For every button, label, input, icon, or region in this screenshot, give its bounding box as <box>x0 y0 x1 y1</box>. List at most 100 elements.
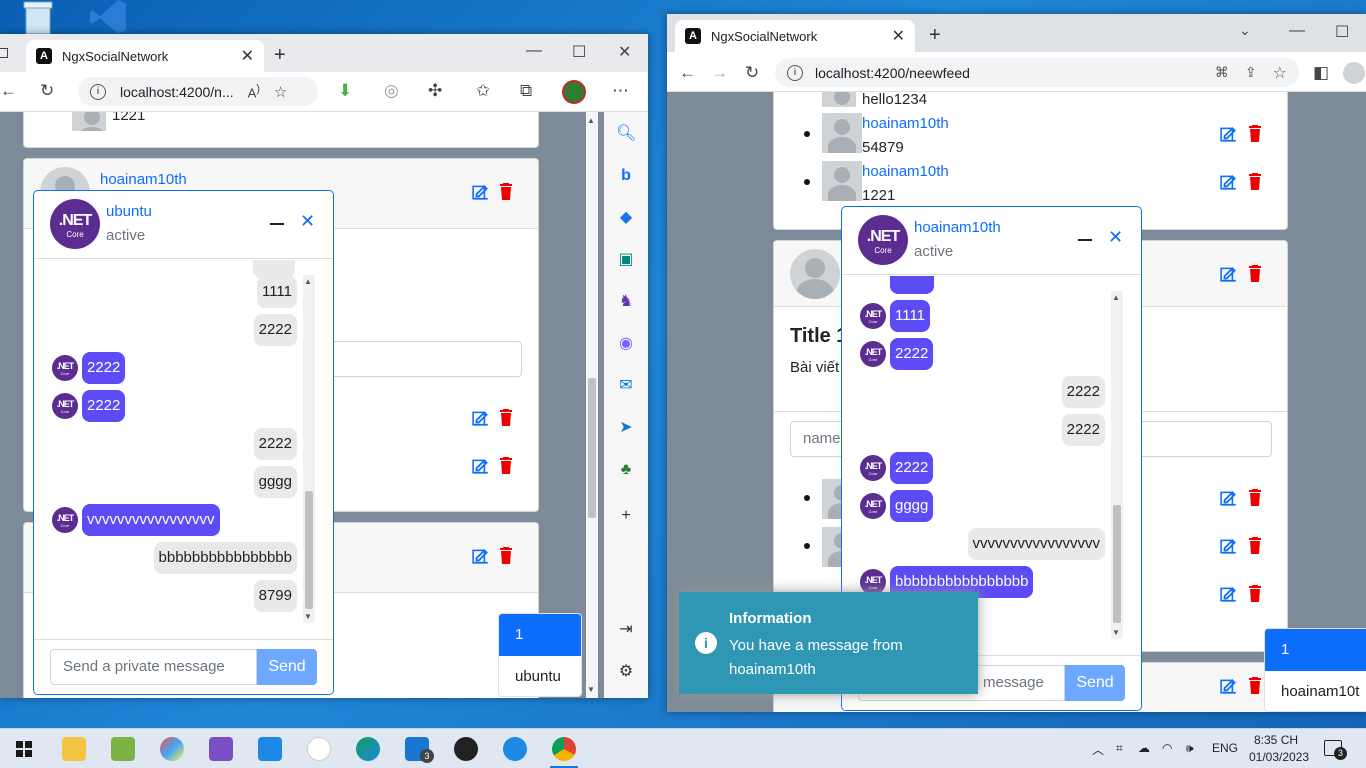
close-window-icon[interactable]: ✕ <box>618 42 631 62</box>
add-sidebar-app-icon[interactable]: + <box>616 506 636 526</box>
chat-scrollbar[interactable]: ▲ ▼ <box>303 275 315 623</box>
refresh-icon[interactable]: ↻ <box>745 63 759 83</box>
scroll-down-arrow[interactable]: ▼ <box>1112 628 1120 637</box>
delete-icon[interactable] <box>1248 265 1262 282</box>
edit-icon[interactable] <box>1220 125 1238 143</box>
extensions-icon[interactable]: ✣ <box>428 81 442 101</box>
minimize-icon[interactable]: — <box>526 42 542 60</box>
online-user-item[interactable]: hoainam10t <box>1265 671 1366 711</box>
edit-icon[interactable] <box>1220 265 1238 283</box>
share-icon[interactable]: ⇪ <box>1245 64 1257 81</box>
outlook-icon[interactable]: ✉ <box>616 376 636 396</box>
edit-icon[interactable] <box>1220 677 1238 695</box>
new-tab-icon[interactable]: + <box>274 44 286 67</box>
delete-icon[interactable] <box>499 457 513 474</box>
add-favorite-icon[interactable]: ☆ <box>274 83 287 101</box>
close-tab-icon[interactable]: ✕ <box>241 46 254 66</box>
network-icon[interactable]: ⌗ <box>1116 741 1123 756</box>
volume-icon[interactable]: 🕪︎ <box>1186 741 1194 756</box>
send-icon[interactable]: ➤ <box>616 418 636 438</box>
paint-icon[interactable] <box>160 737 184 761</box>
read-aloud-icon[interactable]: A) <box>248 83 260 100</box>
delete-icon[interactable] <box>1248 585 1262 602</box>
delete-icon[interactable] <box>1248 125 1262 142</box>
edge-icon[interactable] <box>356 737 380 761</box>
search-icon[interactable]: 🔍︎ <box>616 124 636 144</box>
new-tab-icon[interactable]: + <box>929 24 941 47</box>
tree-icon[interactable]: ♣ <box>616 460 636 480</box>
private-message-input[interactable]: Send a private message <box>50 649 257 685</box>
more-menu-icon[interactable]: ⋯ <box>612 81 629 101</box>
chat-user-name[interactable]: ubuntu <box>106 203 152 220</box>
clock-time[interactable]: 8:35 CH <box>1254 733 1298 747</box>
shopping-tag-icon[interactable]: ◆ <box>616 208 636 228</box>
extension-dial-icon[interactable]: ◎ <box>384 81 399 101</box>
tools-icon[interactable]: ▣ <box>616 250 636 270</box>
send-button[interactable]: Send <box>1065 665 1125 701</box>
scroll-thumb[interactable] <box>588 378 596 518</box>
scroll-up-arrow[interactable]: ▲ <box>587 116 595 125</box>
edit-icon[interactable] <box>1220 537 1238 555</box>
back-icon[interactable]: ← <box>0 81 17 101</box>
visual-studio-icon[interactable] <box>209 737 233 761</box>
cloud-icon[interactable]: ☁ <box>1138 741 1150 755</box>
delete-icon[interactable] <box>1248 537 1262 554</box>
edit-icon[interactable] <box>472 183 490 201</box>
post-author-link[interactable]: hoainam10th <box>100 171 187 188</box>
notification-center-icon[interactable]: 3 <box>1324 740 1347 760</box>
maximize-icon[interactable]: ☐ <box>572 42 586 62</box>
collections-icon[interactable]: ⧉ <box>520 81 532 101</box>
scroll-down-arrow[interactable]: ▼ <box>587 685 595 694</box>
office-icon[interactable]: ◉ <box>616 334 636 354</box>
edit-icon[interactable] <box>1220 489 1238 507</box>
mail-icon[interactable]: 3 <box>405 737 434 763</box>
comment-user-link[interactable]: hoainam10th <box>862 115 949 132</box>
favorites-icon[interactable]: ✩ <box>476 81 490 101</box>
delete-icon[interactable] <box>1248 677 1262 694</box>
minimize-icon[interactable]: — <box>1289 22 1305 40</box>
comment-user-link[interactable]: hoainam10th <box>862 163 949 180</box>
scroll-down-arrow[interactable]: ▼ <box>304 612 312 621</box>
forward-icon[interactable]: → <box>711 63 728 83</box>
recycle-bin-icon[interactable] <box>18 0 58 35</box>
maximize-icon[interactable]: ☐ <box>1335 22 1349 42</box>
browser-tab[interactable]: A NgxSocialNetwork ✕ <box>26 40 264 72</box>
profile-avatar[interactable] <box>1343 62 1365 84</box>
scroll-up-arrow[interactable]: ▲ <box>304 277 312 286</box>
tab-search-icon[interactable]: ⌄ <box>1239 22 1251 39</box>
scroll-thumb[interactable] <box>1113 505 1121 623</box>
send-button[interactable]: Send <box>257 649 317 685</box>
info-toast[interactable]: i Information You have a message from ho… <box>679 592 978 694</box>
bing-icon[interactable]: b <box>616 166 636 186</box>
delete-icon[interactable] <box>499 183 513 200</box>
edit-icon[interactable] <box>1220 173 1238 191</box>
close-chat-button[interactable]: ✕ <box>300 211 315 232</box>
bookmark-star-icon[interactable]: ☆ <box>1273 63 1287 83</box>
games-icon[interactable]: ♞ <box>616 292 636 312</box>
scroll-thumb[interactable] <box>305 491 313 609</box>
delete-icon[interactable] <box>1248 489 1262 506</box>
page-scrollbar[interactable]: ▲ ▼ <box>586 112 598 698</box>
translate-icon[interactable]: ⌘ <box>1215 64 1229 81</box>
close-chat-button[interactable]: ✕ <box>1108 227 1123 248</box>
scroll-up-arrow[interactable]: ▲ <box>1112 293 1120 302</box>
app-n-icon[interactable] <box>307 737 331 761</box>
visual-studio-code-desktop-icon[interactable] <box>88 0 128 34</box>
start-button-icon[interactable] <box>16 741 32 757</box>
minimize-chat-button[interactable] <box>270 223 284 225</box>
wifi-icon[interactable]: ◠ <box>1162 741 1172 755</box>
delete-icon[interactable] <box>499 409 513 426</box>
edit-icon[interactable] <box>472 547 490 565</box>
url-bar[interactable]: i localhost:4200/n... A) ☆ <box>78 77 318 106</box>
edit-icon[interactable] <box>1220 585 1238 603</box>
delete-icon[interactable] <box>499 547 513 564</box>
settings-icon[interactable]: ⚙ <box>616 662 636 682</box>
chat-user-name[interactable]: hoainam10th <box>914 219 1001 236</box>
language-indicator[interactable]: ENG <box>1212 741 1238 755</box>
minimize-chat-button[interactable] <box>1078 239 1092 241</box>
side-panel-icon[interactable]: ◧ <box>1313 63 1329 83</box>
comment-input-field[interactable] <box>324 341 522 377</box>
clock-date[interactable]: 01/03/2023 <box>1249 750 1309 764</box>
file-explorer-icon[interactable] <box>62 737 86 761</box>
edit-icon[interactable] <box>472 457 490 475</box>
